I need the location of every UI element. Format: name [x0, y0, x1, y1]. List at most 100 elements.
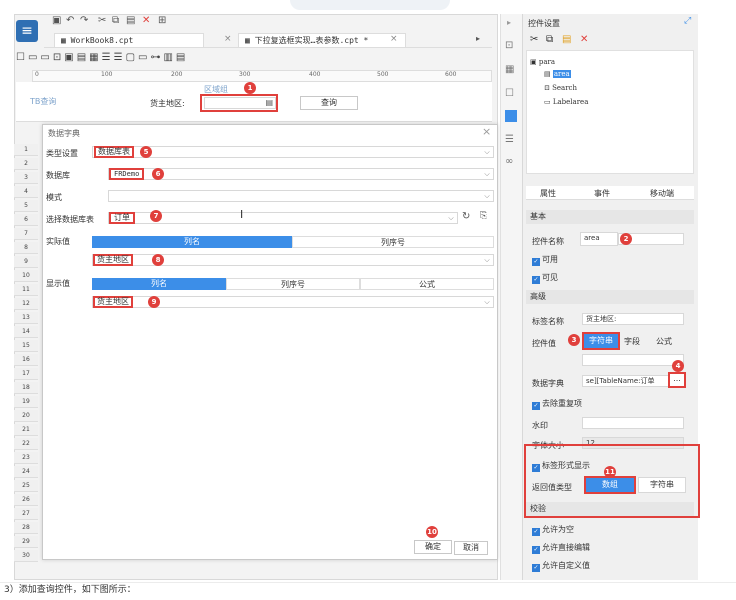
allow-empty-checkbox[interactable]: ✓ 允许为空	[532, 524, 574, 536]
cut-icon[interactable]: ✂	[530, 34, 538, 45]
refresh-icon[interactable]: ↻	[462, 211, 470, 222]
tab-close-icon[interactable]: ×	[390, 34, 398, 44]
section-validate[interactable]: 校验	[526, 502, 694, 516]
display-col-name-tab[interactable]: 列名	[92, 278, 226, 290]
widget-icon[interactable]: ▭	[28, 52, 40, 63]
tab-workbook[interactable]: ▦ WorkBook8.cpt	[54, 33, 204, 47]
widget-icon[interactable]: ☰	[102, 52, 114, 63]
canvas-label-left[interactable]: TB查询	[30, 96, 56, 107]
check-icon: ✓	[532, 258, 540, 266]
delete-icon[interactable]: ✕	[580, 34, 588, 45]
tag-display-checkbox[interactable]: ✓ 标签形式显示	[532, 460, 590, 472]
tab-mobile[interactable]: 移动端	[650, 188, 674, 199]
widget-icon[interactable]: ▤	[77, 52, 89, 63]
tree-item-area[interactable]: ▤ area	[544, 70, 571, 78]
tab-menu-icon[interactable]: ▸	[476, 34, 480, 43]
enabled-checkbox[interactable]: ✓ 可用	[532, 254, 558, 266]
db-select[interactable]: FRDemo ⌵	[108, 168, 494, 180]
return-type-string[interactable]: 字符串	[638, 477, 686, 493]
widget-icon[interactable]: ▥	[163, 52, 175, 63]
actual-col-index-tab[interactable]: 列序号	[292, 236, 494, 248]
ok-button[interactable]: 确定	[414, 540, 452, 554]
row-number: 24	[14, 466, 38, 478]
widget-icon[interactable]: ▢	[126, 52, 138, 63]
ruler-tick: 300	[239, 71, 251, 78]
widget-icon[interactable]: ☰	[114, 52, 126, 63]
tree-item-para[interactable]: ▣ para	[530, 58, 555, 66]
widget-tree-icon[interactable]: ⊡	[505, 40, 513, 51]
save-icon[interactable]: ▣	[52, 15, 61, 27]
row-number: 19	[14, 396, 38, 408]
style-icon[interactable]: ☐	[505, 88, 514, 99]
paste-icon[interactable]: ▤	[562, 34, 571, 45]
schema-select[interactable]: ⌵	[108, 190, 494, 202]
combo-dropdown-icon: ▤	[265, 98, 273, 107]
allow-edit-checkbox[interactable]: ✓ 允许直接编辑	[532, 542, 590, 554]
label-icon: ▭	[544, 98, 553, 106]
actual-label: 实际值	[46, 237, 70, 246]
delete-icon[interactable]: ✕	[142, 15, 150, 27]
cancel-button[interactable]: 取消	[454, 541, 488, 555]
value-type-field[interactable]: 字段	[624, 336, 640, 347]
undo-icon[interactable]: ↶	[66, 15, 74, 27]
visible-checkbox[interactable]: ✓ 可见	[532, 272, 558, 284]
canvas-field-label[interactable]: 货主地区:	[150, 98, 185, 109]
type-select[interactable]: 数据库表 ⌵	[92, 146, 494, 158]
value-input[interactable]	[582, 354, 684, 366]
row-number: 29	[14, 536, 38, 548]
redo-icon[interactable]: ↷	[80, 15, 88, 27]
condition-icon[interactable]: ☰	[505, 134, 514, 145]
collapse-arrow-icon[interactable]: ▸	[507, 18, 511, 27]
copy-icon[interactable]: ⧉	[546, 34, 553, 45]
tree-item-labelarea[interactable]: ▭ Labelarea	[544, 98, 588, 106]
preview-icon[interactable]: ⊞	[158, 15, 166, 27]
section-basic[interactable]: 基本	[526, 210, 694, 224]
section-advanced[interactable]: 高级	[526, 290, 694, 304]
widget-icon[interactable]: ⊡	[53, 52, 64, 63]
expand-icon[interactable]: ⤢	[684, 16, 691, 26]
actual-col-name-tab[interactable]: 列名	[92, 236, 292, 248]
app-logo-icon[interactable]: ≡	[16, 20, 38, 42]
return-type-array[interactable]: 数组	[584, 476, 636, 494]
allow-custom-checkbox[interactable]: ✓ 允许自定义值	[532, 560, 590, 572]
tab-properties[interactable]: 属性	[540, 188, 556, 199]
widget-icon[interactable]: ▤	[176, 52, 188, 63]
value-type-formula[interactable]: 公式	[656, 336, 672, 347]
widget-settings-icon[interactable]	[505, 110, 517, 122]
folder-icon: ▣	[530, 58, 539, 66]
link-icon[interactable]: ∞	[505, 156, 513, 167]
display-formula-tab[interactable]: 公式	[360, 278, 494, 290]
widget-icon[interactable]: ▭	[40, 52, 52, 63]
dict-edit-button[interactable]: ...	[668, 372, 686, 388]
tree-item-search[interactable]: ⊡ Search	[544, 84, 577, 92]
tab-events[interactable]: 事件	[594, 188, 610, 199]
panel-title: 控件设置	[528, 19, 560, 28]
name-input[interactable]: area	[580, 232, 618, 246]
query-button[interactable]: 查询	[300, 96, 358, 110]
cut-icon[interactable]: ✂	[98, 15, 106, 27]
text-cursor-icon: I	[240, 208, 244, 221]
widget-tree	[526, 50, 694, 174]
tab-close-icon[interactable]: ×	[224, 34, 232, 44]
tag-input[interactable]: 货主地区:	[582, 313, 684, 325]
dedupe-checkbox[interactable]: ✓ 去除重复项	[532, 398, 582, 410]
value-type-string[interactable]: 字符串	[582, 332, 620, 350]
paste-icon[interactable]: ▤	[126, 15, 135, 27]
watermark-input[interactable]	[582, 417, 684, 429]
tab-report[interactable]: ▦ 下拉复选框实现…表参数.cpt *	[238, 33, 406, 47]
type-label: 类型设置	[46, 149, 78, 158]
display-col-index-tab[interactable]: 列序号	[226, 278, 360, 290]
cell-attr-icon[interactable]: ▦	[505, 64, 514, 75]
close-icon[interactable]: ×	[482, 125, 491, 138]
widget-icon[interactable]: ▣	[64, 52, 76, 63]
widget-icon[interactable]: ▦	[89, 52, 101, 63]
copy-icon[interactable]: ⧉	[112, 15, 119, 27]
widget-icon[interactable]: ☐	[16, 52, 28, 63]
widget-icon[interactable]: ▭	[138, 52, 150, 63]
row-number: 30	[14, 550, 38, 562]
row-number: 25	[14, 480, 38, 492]
area-combo[interactable]: ▤	[204, 97, 276, 109]
widget-icon[interactable]: ⊶	[150, 52, 163, 63]
dict-input[interactable]: se][TableName:订单	[582, 375, 670, 387]
preview-table-icon[interactable]: ⎘	[480, 211, 487, 221]
